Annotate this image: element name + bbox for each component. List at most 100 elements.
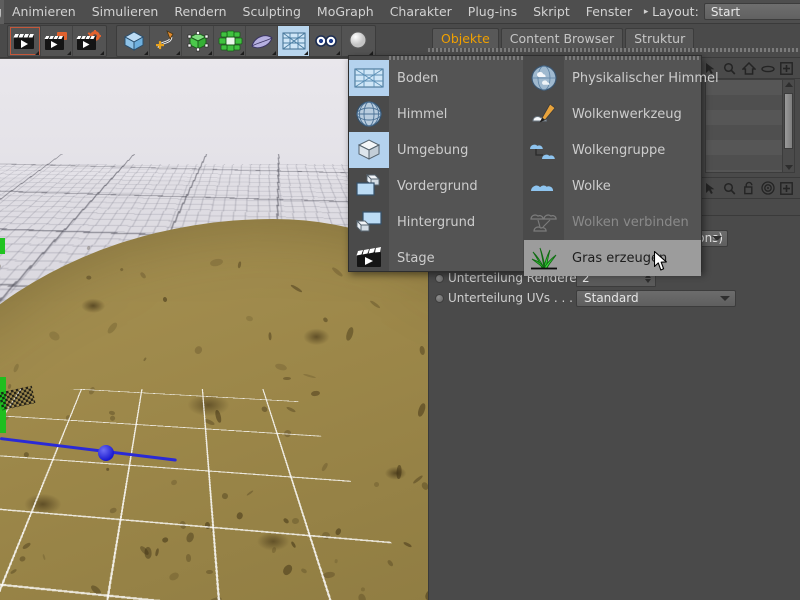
list-item[interactable]	[706, 125, 794, 140]
lock-icon[interactable]	[739, 179, 758, 197]
menu-item-umgebung[interactable]: Umgebung	[349, 132, 523, 168]
axis-marker-green-icon	[0, 238, 5, 254]
object-list-scrollbar[interactable]	[782, 80, 794, 172]
menu-item-label: Umgebung	[389, 143, 468, 158]
terrain-speck	[373, 481, 379, 487]
menu-item-simulieren[interactable]: Simulieren	[84, 0, 167, 24]
menu-item-himmel[interactable]: Himmel	[349, 96, 523, 132]
spline-pen-button[interactable]	[150, 26, 182, 56]
layout-dropdown[interactable]: Start	[704, 3, 800, 20]
panel-drag-handle[interactable]	[428, 48, 800, 52]
tab-objekte[interactable]: Objekte	[432, 28, 499, 48]
scroll-down-arrow-icon[interactable]	[785, 165, 793, 170]
chevron-down-icon	[720, 296, 730, 301]
terrain-speck	[421, 481, 428, 491]
menu-item-wolkengruppe[interactable]: Wolkengruppe	[524, 132, 701, 168]
clapperboard-icon	[349, 240, 389, 276]
object-tree-list[interactable]	[705, 79, 795, 173]
list-item[interactable]	[706, 80, 794, 95]
menu-item-wolkenwerkzeug[interactable]: Wolkenwerkzeug	[524, 96, 701, 132]
menu-item-animieren[interactable]: Animieren	[4, 0, 84, 24]
terrain-speck	[87, 276, 92, 280]
menu-item-fenster[interactable]: Fenster	[578, 0, 640, 24]
property-label-dots: . . . .	[554, 291, 576, 305]
deformer-button[interactable]	[246, 26, 278, 56]
menu-item-hintergrund[interactable]: Hintergrund	[349, 204, 523, 240]
menu-item-vordergrund[interactable]: Vordergrund	[349, 168, 523, 204]
scene-objects-button[interactable]	[278, 26, 310, 56]
search-icon[interactable]	[720, 60, 739, 78]
terrain-speck	[238, 260, 243, 268]
render-view-button[interactable]	[9, 26, 41, 56]
terrain-speck	[303, 373, 316, 379]
menu-item-rendern[interactable]: Rendern	[166, 0, 234, 24]
scene-objects-menu[interactable]: Boden Himmel	[348, 55, 702, 272]
menu-item-label: Boden	[389, 71, 438, 86]
layout-label: Layout:	[652, 4, 704, 19]
menu-item-boden[interactable]: Boden	[349, 60, 523, 96]
terrain-speck	[283, 377, 291, 380]
menu-item-label: Physikalischer Himmel	[564, 71, 719, 86]
grass-icon	[524, 240, 564, 276]
property-label-text: Unterteilung UVs	[448, 291, 550, 305]
property-row-unterteilung-uvs: Unterteilung UVs . . . . Standard	[429, 288, 800, 308]
list-item[interactable]	[706, 110, 794, 125]
cube-primitive-button[interactable]	[118, 26, 150, 56]
terrain-speck	[291, 284, 303, 293]
menu-item-label: Gras erzeugen	[564, 251, 667, 266]
camera-button[interactable]	[310, 26, 342, 56]
menu-item-label: Vordergrund	[389, 179, 478, 194]
unterteilung-uvs-dropdown[interactable]: Standard	[576, 290, 736, 307]
menu-bar: g Animieren Simulieren Rendern Sculpting…	[0, 0, 800, 24]
menu-item-plugins[interactable]: Plug-ins	[460, 0, 525, 24]
property-label-unterteilung-uvs: Unterteilung UVs . . . .	[448, 291, 576, 305]
cinema4d-window: g Animieren Simulieren Rendern Sculpting…	[0, 0, 800, 600]
terrain-speck	[345, 326, 355, 341]
target-icon[interactable]	[758, 179, 777, 197]
render-toolbar-group	[7, 25, 107, 57]
cloud-connect-icon	[524, 204, 564, 240]
plus-box-icon[interactable]	[777, 60, 796, 78]
list-item[interactable]	[706, 95, 794, 110]
menu-item-sculpting[interactable]: Sculpting	[235, 0, 309, 24]
light-button[interactable]	[342, 26, 374, 56]
menu-item-skript[interactable]: Skript	[525, 0, 578, 24]
menu-column-right: Physikalischer Himmel Wolkenwerkzeug	[524, 56, 701, 271]
layout-expand-arrow[interactable]: ▸	[640, 7, 652, 17]
sky-sphere-icon	[349, 96, 389, 132]
axis-handle-z-ball-icon[interactable]	[98, 445, 114, 461]
tab-struktur[interactable]: Struktur	[625, 28, 694, 48]
menu-item-mograph[interactable]: MoGraph	[309, 0, 382, 24]
menubar-right-section: ▸ Layout: Start	[640, 0, 800, 24]
scroll-up-arrow-icon[interactable]	[785, 82, 793, 87]
array-generator-button[interactable]	[214, 26, 246, 56]
floor-grid-icon	[349, 60, 389, 96]
animate-dot-icon[interactable]	[435, 294, 444, 303]
nurbs-generator-button[interactable]	[182, 26, 214, 56]
menu-item-stage[interactable]: Stage	[349, 240, 523, 276]
render-settings-button[interactable]	[73, 26, 105, 56]
terrain-speck	[403, 541, 412, 548]
arrow-cursor-icon[interactable]	[701, 179, 720, 197]
cloud-group-icon	[524, 132, 564, 168]
transform-gizmo[interactable]	[0, 349, 230, 489]
home-icon[interactable]	[739, 60, 758, 78]
search-icon[interactable]	[720, 179, 739, 197]
menu-item-gras-erzeugen[interactable]: Gras erzeugen	[524, 240, 701, 276]
list-item[interactable]	[706, 140, 794, 155]
background-icon	[349, 204, 389, 240]
environment-cube-icon	[349, 132, 389, 168]
tab-content-browser[interactable]: Content Browser	[501, 28, 623, 48]
plus-box-icon[interactable]	[777, 179, 796, 197]
scrollbar-thumb[interactable]	[784, 93, 793, 149]
right-panel-tabs: Objekte Content Browser Struktur	[428, 26, 800, 48]
menu-item-wolke[interactable]: Wolke	[524, 168, 701, 204]
terrain-speck	[310, 391, 319, 397]
list-item[interactable]	[706, 155, 794, 170]
menu-item-physikalischer-himmel[interactable]: Physikalischer Himmel	[524, 60, 701, 96]
ellipse-icon[interactable]	[758, 60, 777, 78]
render-to-picture-viewer-button[interactable]	[41, 26, 73, 56]
menu-item-charakter[interactable]: Charakter	[382, 0, 460, 24]
unterteilung-uvs-value: Standard	[584, 291, 639, 305]
terrain-speck	[139, 272, 146, 279]
